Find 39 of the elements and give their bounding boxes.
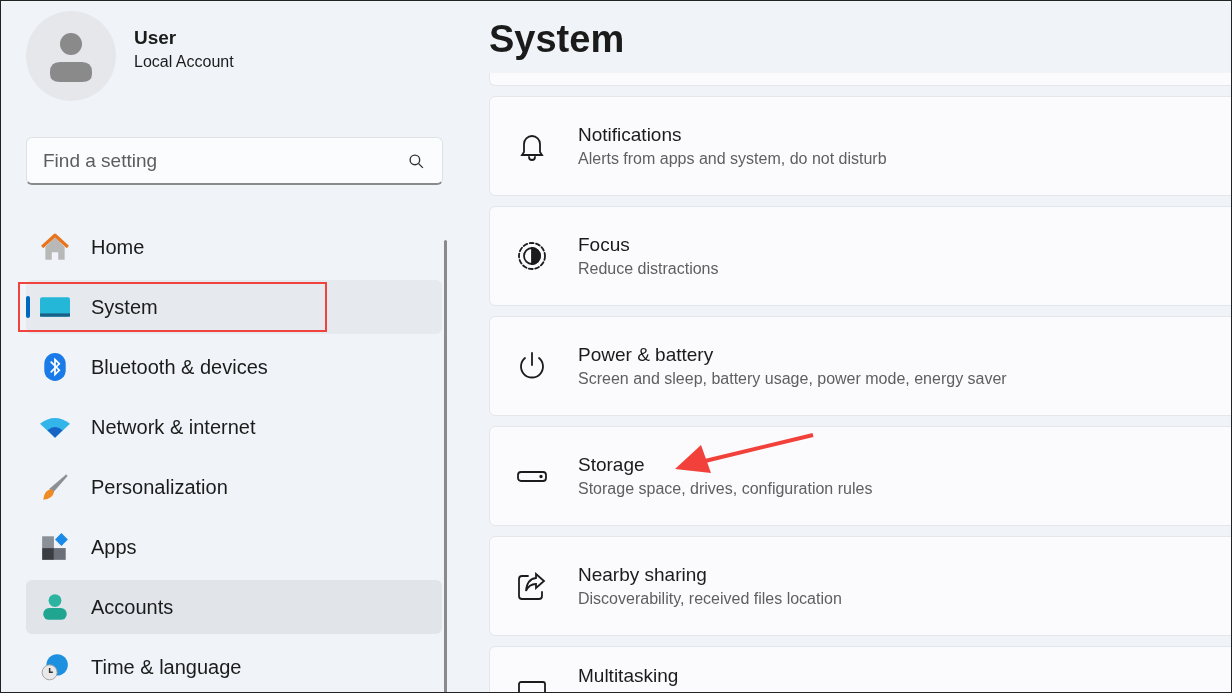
focus-icon <box>516 240 548 272</box>
apps-icon <box>40 532 70 562</box>
user-name: User <box>134 27 178 49</box>
settings-card[interactable]: Notifications Alerts from apps and system, do not disturb <box>489 96 1231 196</box>
share-icon <box>516 570 548 602</box>
scrollbar[interactable] <box>444 240 447 692</box>
sidebar-item[interactable]: Accounts <box>26 580 442 634</box>
settings-card[interactable]: Nearby sharing Discoverability, received files location <box>489 536 1231 636</box>
page-title: System <box>489 17 626 62</box>
card-title: Power & battery <box>578 344 715 366</box>
card-title: Nearby sharing <box>578 564 708 586</box>
card-description: Reduce distractions <box>578 260 719 278</box>
sidebar-item[interactable]: Network & internet <box>26 400 442 454</box>
search-icon <box>408 153 425 170</box>
card-description: Storage space, drives, configuration rules <box>578 480 873 498</box>
person-icon <box>40 592 70 622</box>
card-description: Alerts from apps and system, do not disturb <box>578 150 887 168</box>
sidebar-item[interactable]: Personalization <box>26 460 442 514</box>
card-title: Notifications <box>578 124 683 146</box>
selection-indicator <box>26 296 30 318</box>
sidebar-item[interactable]: Time & language <box>26 640 442 692</box>
settings-card[interactable]: Storage Storage space, drives, configuration rules <box>489 426 1231 526</box>
sidebar-item[interactable]: Bluetooth & devices <box>26 340 442 394</box>
avatar-icon <box>26 11 116 101</box>
card-title: Multitasking <box>578 665 679 687</box>
brush-icon <box>40 472 70 502</box>
house-icon <box>40 232 70 262</box>
sidebar-item[interactable]: Apps <box>26 520 442 574</box>
settings-card[interactable]: Power & battery Screen and sleep, battery usage, power mode, energy saver <box>489 316 1231 416</box>
sidebar-item[interactable]: Home <box>26 220 442 274</box>
account-type: Local Account <box>134 53 234 71</box>
card-title: Focus <box>578 234 631 256</box>
search-field[interactable]: Find a setting <box>26 137 443 185</box>
card-description: Discoverability, received files location <box>578 590 842 608</box>
card-description: Screen and sleep, battery usage, power mode, energy saver <box>578 370 1007 388</box>
card-title: Storage <box>578 454 646 476</box>
settings-card[interactable]: Focus Reduce distractions <box>489 206 1231 306</box>
settings-card[interactable]: Multitasking <box>489 646 1231 692</box>
globe-clock-icon <box>40 652 70 682</box>
